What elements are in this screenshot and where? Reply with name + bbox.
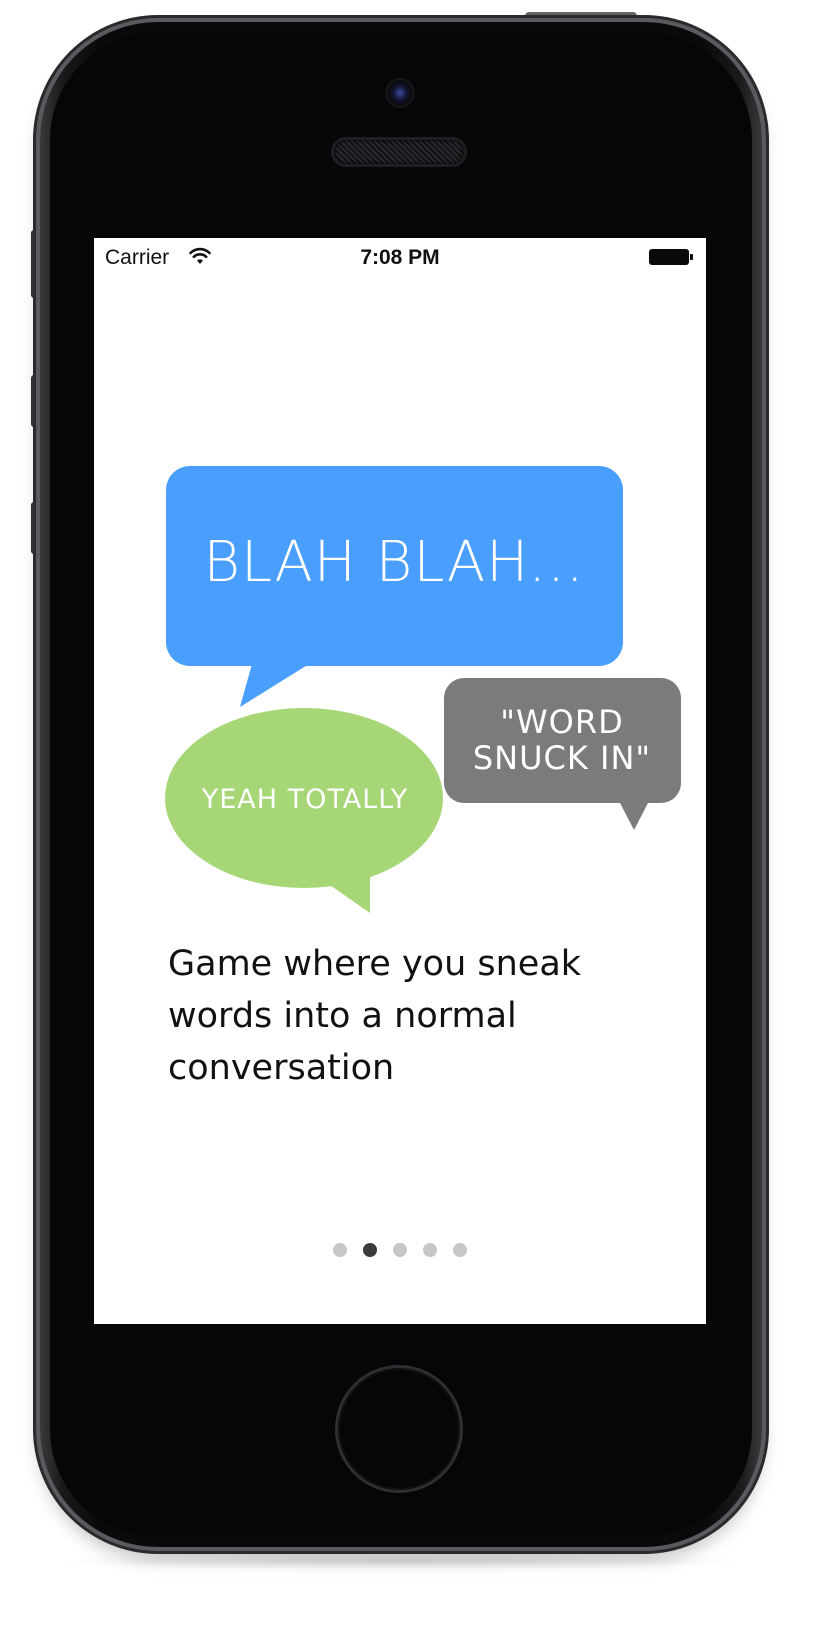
mute-switch — [31, 230, 40, 298]
grey-bubble-text: "WORD SNUCK IN" — [472, 703, 652, 777]
onboarding-description: Game where you sneak words into a normal… — [168, 944, 582, 1088]
home-button[interactable] — [338, 1368, 460, 1490]
page-dot[interactable] — [333, 1243, 347, 1257]
page-dot[interactable] — [393, 1243, 407, 1257]
phone-shadow — [50, 1552, 750, 1570]
volume-down-button — [31, 502, 40, 554]
device-stage: Carrier 7:08 PM BLAH BLAH... YEAH TOTALL… — [0, 0, 830, 1640]
page-dot[interactable] — [423, 1243, 437, 1257]
page-control[interactable] — [94, 1243, 706, 1257]
volume-up-button — [31, 375, 40, 427]
front-camera — [387, 80, 413, 106]
app-screen: Carrier 7:08 PM BLAH BLAH... YEAH TOTALL… — [94, 238, 706, 1324]
blue-bubble-text: BLAH BLAH... — [203, 530, 585, 595]
earpiece-speaker — [334, 140, 464, 164]
onboarding-illustration: BLAH BLAH... YEAH TOTALLY "WORD SNUCK IN… — [94, 238, 706, 938]
page-dot[interactable] — [363, 1243, 377, 1257]
page-dot[interactable] — [453, 1243, 467, 1257]
green-bubble-text: YEAH TOTALLY — [201, 784, 409, 815]
